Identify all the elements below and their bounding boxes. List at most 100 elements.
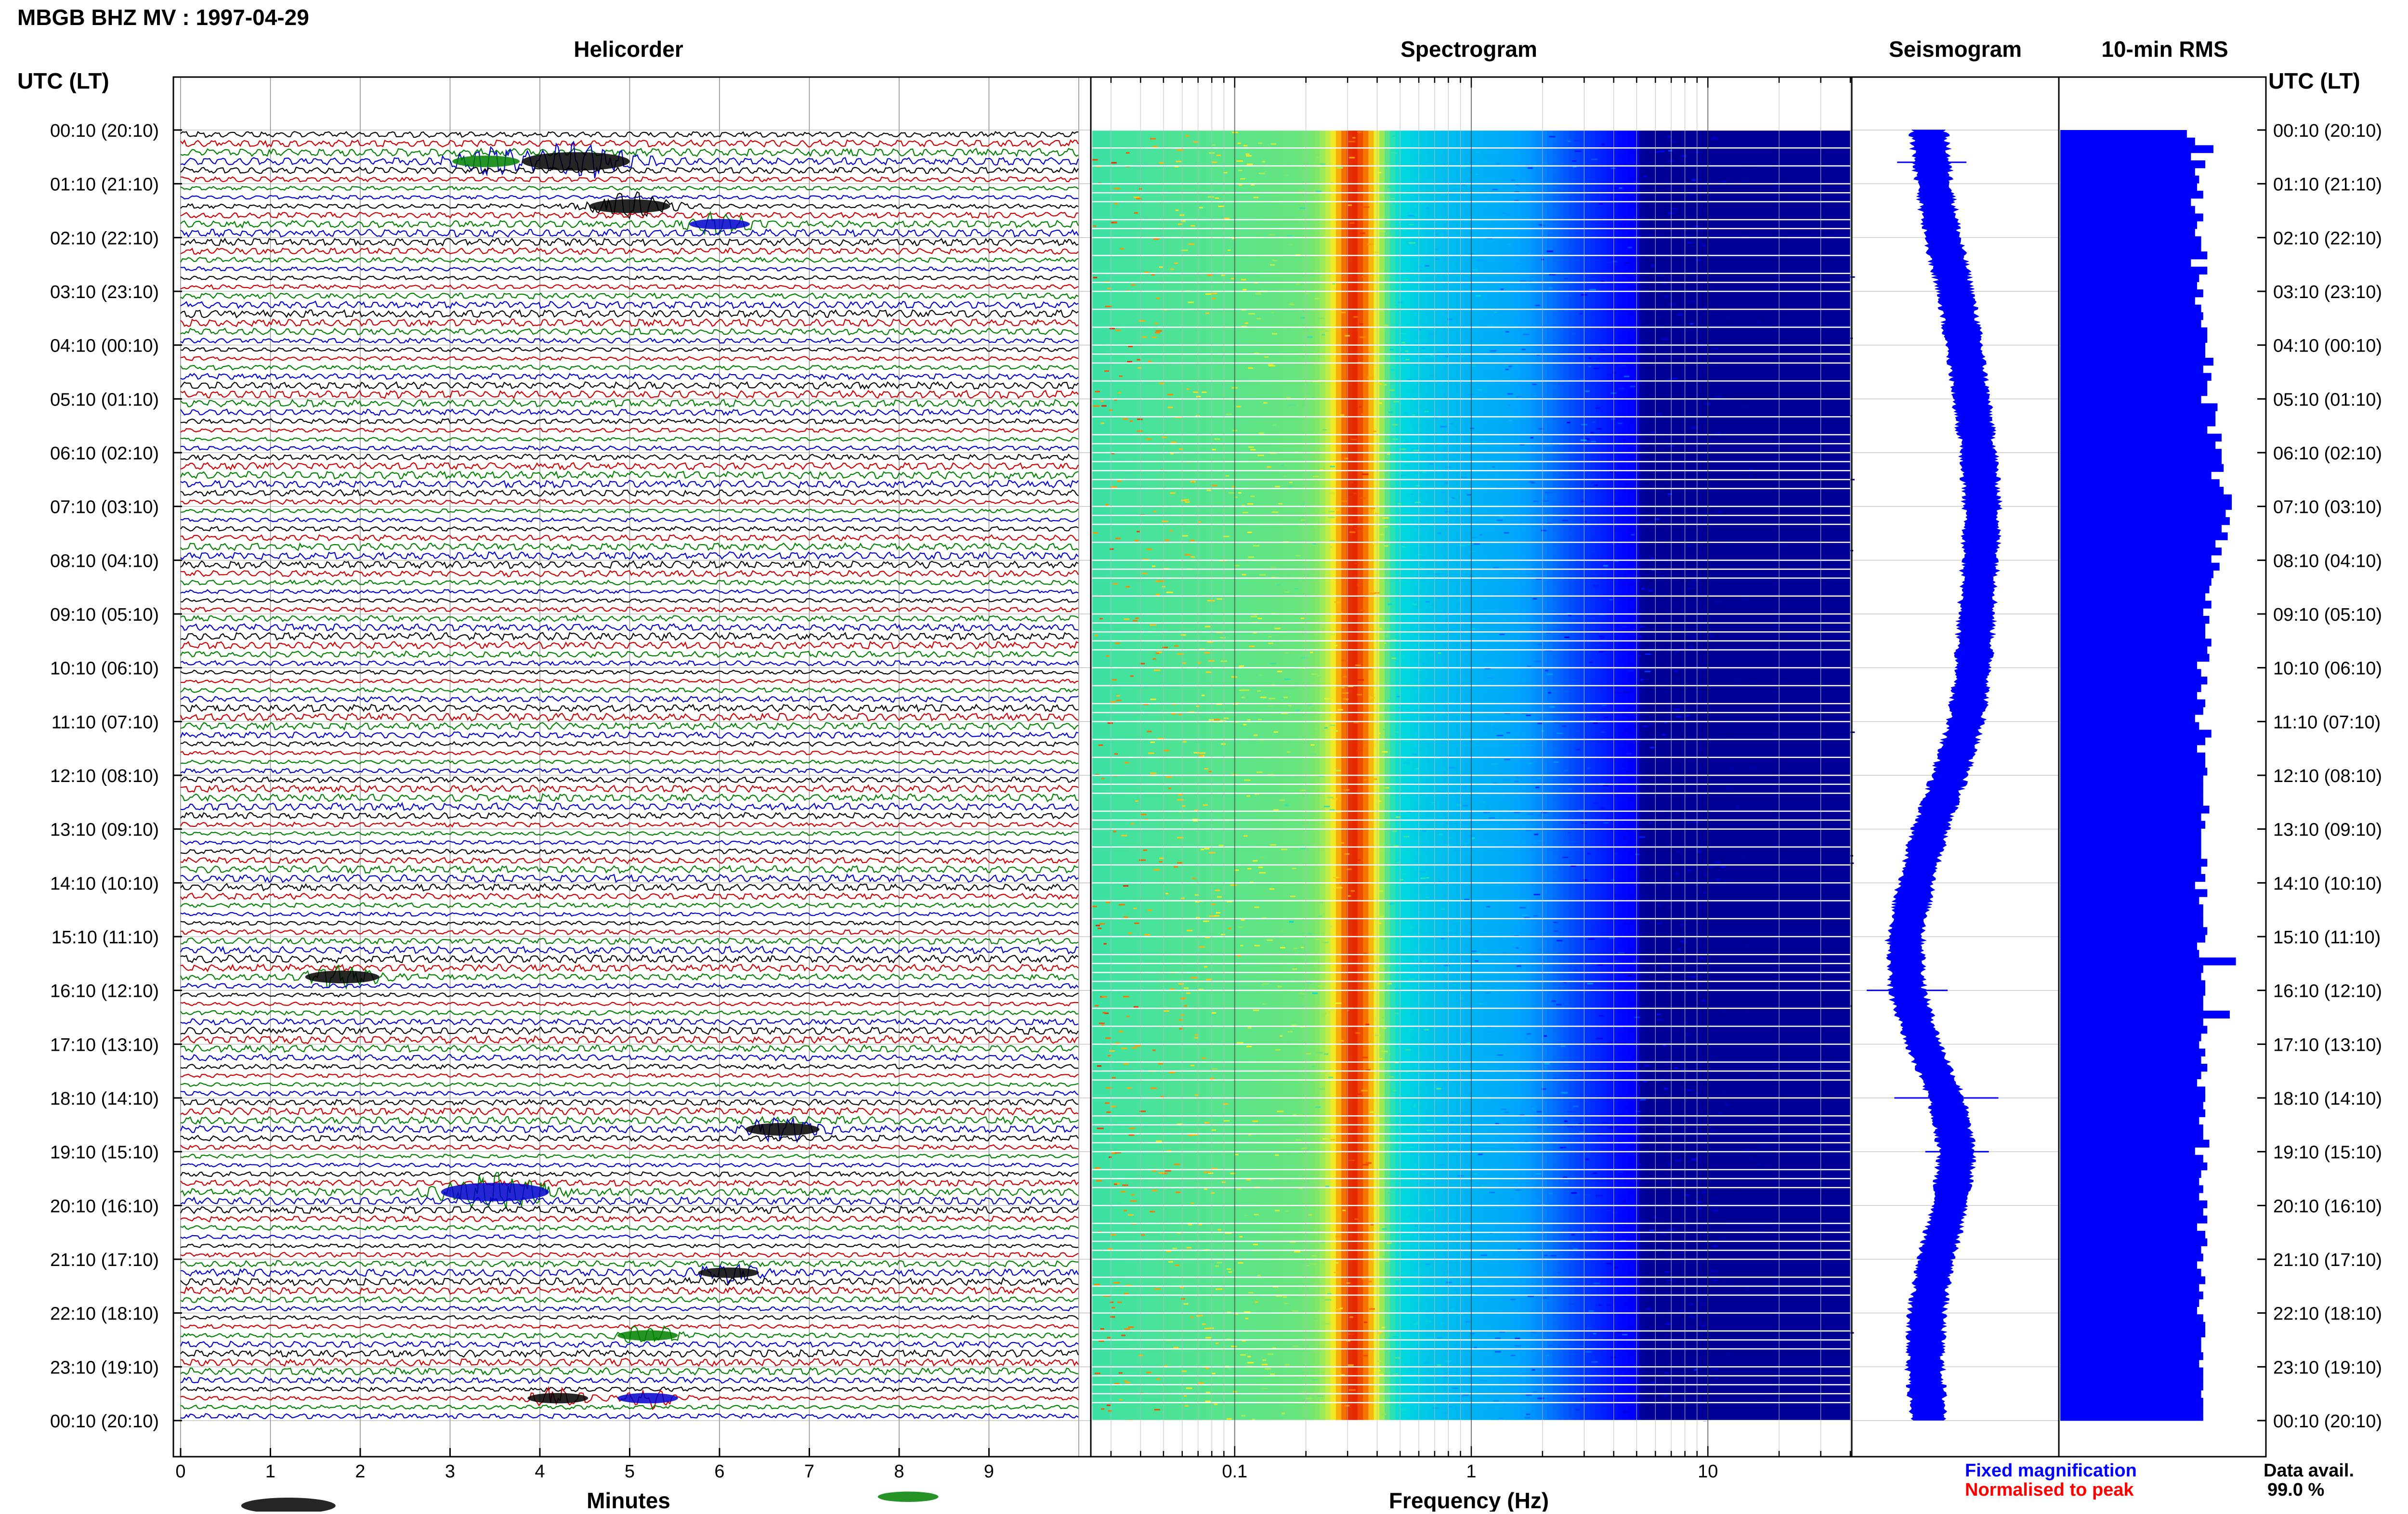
rms-bar (2060, 403, 2218, 411)
spectrogram-speckle (1244, 779, 1251, 781)
spectrogram-speckle (1823, 1320, 1828, 1322)
spectrogram-speckle (1738, 1051, 1744, 1053)
spectrogram-speckle (1257, 617, 1262, 619)
spectrogram-speckle (1824, 1165, 1832, 1167)
spectrogram-speckle (1299, 1113, 1303, 1115)
spectrogram-speckle (1152, 336, 1157, 338)
spectrogram-speckle (1101, 996, 1107, 998)
spectrogram-speckle (1783, 373, 1789, 375)
spectrogram-speckle (1691, 427, 1697, 429)
spectrogram-speckle (1230, 1345, 1237, 1347)
spectrogram-speckle (1598, 203, 1603, 205)
spectrogram-speckle (1101, 405, 1107, 407)
spectrogram-speckle (1746, 168, 1752, 170)
spectrogram-speckle (1739, 1144, 1744, 1146)
spectrogram-speckle (1459, 231, 1466, 233)
rms-bar (2060, 1253, 2203, 1262)
spectrogram-speckle (1628, 1056, 1632, 1057)
spectrogram-speckle (1843, 727, 1850, 729)
spectrogram-speckle (1271, 143, 1276, 145)
spectrogram-speckle (1786, 1346, 1791, 1348)
rms-bar (2060, 1079, 2198, 1087)
spectrogram-speckle (1598, 614, 1605, 616)
spectrogram-speckle (1844, 616, 1847, 618)
spectrogram-speckle (1326, 546, 1333, 548)
spectrogram-speckle (1348, 1364, 1354, 1366)
spectrogram-speckle (1843, 1200, 1848, 1202)
spectrogram-speckle (1721, 1283, 1728, 1285)
spectrogram-speckle (1691, 1158, 1697, 1160)
spectrogram-speckle (1669, 303, 1675, 305)
spectrogram-speckle (1588, 1310, 1594, 1312)
time-label-right: 05:10 (01:10) (2273, 390, 2382, 410)
spectrogram-speckle (1515, 1345, 1521, 1347)
spectrogram-speckle (1425, 897, 1430, 899)
spectrogram-speckle (1214, 915, 1220, 917)
spectrogram-speckle (1821, 633, 1825, 635)
spectrogram-speckle (1383, 728, 1387, 730)
spectrogram-speckle (1441, 1410, 1446, 1412)
spectrogram-speckle (1231, 676, 1237, 678)
spectrogram-speckle (1420, 566, 1424, 568)
rms-bar (2060, 821, 2206, 829)
spectrogram-speckle (1623, 439, 1627, 441)
spectrogram-speckle (1639, 626, 1645, 627)
time-label-right: 11:10 (07:10) (2273, 712, 2381, 732)
spectrogram-speckle (1781, 768, 1786, 770)
spectrogram-speckle (1555, 894, 1558, 896)
spectrogram-speckle (1146, 548, 1152, 550)
spectrogram-speckle (1342, 668, 1348, 670)
heli-plot-figure: MBGB BHZ MV : 1997-04-29 UTC (LT) UTC (L… (0, 0, 2408, 1514)
spectrogram-speckle (1759, 1382, 1765, 1384)
rms-bar (2060, 365, 2203, 373)
rms-bar (2060, 760, 2206, 768)
spectrogram-speckle (1746, 668, 1753, 670)
spectrogram-speckle (1253, 1243, 1258, 1245)
spectrogram-speckle (1750, 767, 1756, 769)
spectrogram-speckle (1650, 431, 1655, 433)
spectrogram-speckle (1111, 162, 1117, 164)
spectrogram-speckle (1093, 532, 1099, 534)
rms-bar (2060, 1177, 2199, 1186)
spectrogram-speckle (1190, 1316, 1194, 1318)
spectrogram-speckle (1438, 652, 1441, 654)
spectrogram-speckle (1674, 1067, 1678, 1069)
spectrogram-speckle (1457, 671, 1463, 673)
helicorder-event (877, 1491, 939, 1502)
spectrogram-speckle (1423, 274, 1428, 276)
spectrogram-speckle (1572, 1194, 1579, 1196)
rms-bar (2060, 957, 2236, 966)
spectrogram-speckle (1123, 885, 1129, 887)
spectrogram-speckle (1645, 768, 1650, 770)
spectrogram-speckle (1676, 716, 1682, 718)
spectrogram-speckle (1244, 1214, 1248, 1216)
spectrogram-speckle (1656, 1014, 1661, 1016)
spectrogram-speckle (1137, 359, 1141, 361)
spectrogram-speckle (1258, 674, 1262, 676)
spectrogram-speckle (1514, 781, 1519, 783)
spectrogram-speckle (1186, 930, 1193, 932)
spectrogram-speckle (1562, 476, 1566, 478)
spectrogram-speckle (1353, 492, 1357, 494)
spectrogram-speckle (1709, 1055, 1714, 1057)
spectrogram-speckle (1253, 632, 1257, 634)
spectrogram-speckle (1247, 503, 1254, 505)
spectrogram-speckle (1269, 888, 1275, 890)
spectrogram-speckle (1311, 673, 1318, 675)
spectrogram-speckle (1466, 931, 1471, 933)
spectrogram-speckle (1530, 437, 1534, 439)
spectrogram-speckle (1744, 1149, 1750, 1150)
spectrogram-speckle (1306, 1265, 1310, 1266)
rms-bar (2060, 213, 2203, 222)
spectrogram-speckle (1359, 406, 1362, 408)
spectrogram-speckle (1812, 1121, 1818, 1123)
spectrogram-speckle (1115, 329, 1121, 331)
spectrogram-speckle (1439, 190, 1446, 192)
spectrogram-speckle (1245, 153, 1250, 155)
spectrogram-speckle (1432, 1099, 1440, 1101)
rms-bar (2060, 1284, 2199, 1292)
spectrogram-speckle (1817, 1212, 1823, 1214)
spectrogram-speckle (1606, 818, 1610, 820)
rms-bar (2060, 851, 2201, 859)
spectrogram-speckle (1388, 1076, 1394, 1078)
